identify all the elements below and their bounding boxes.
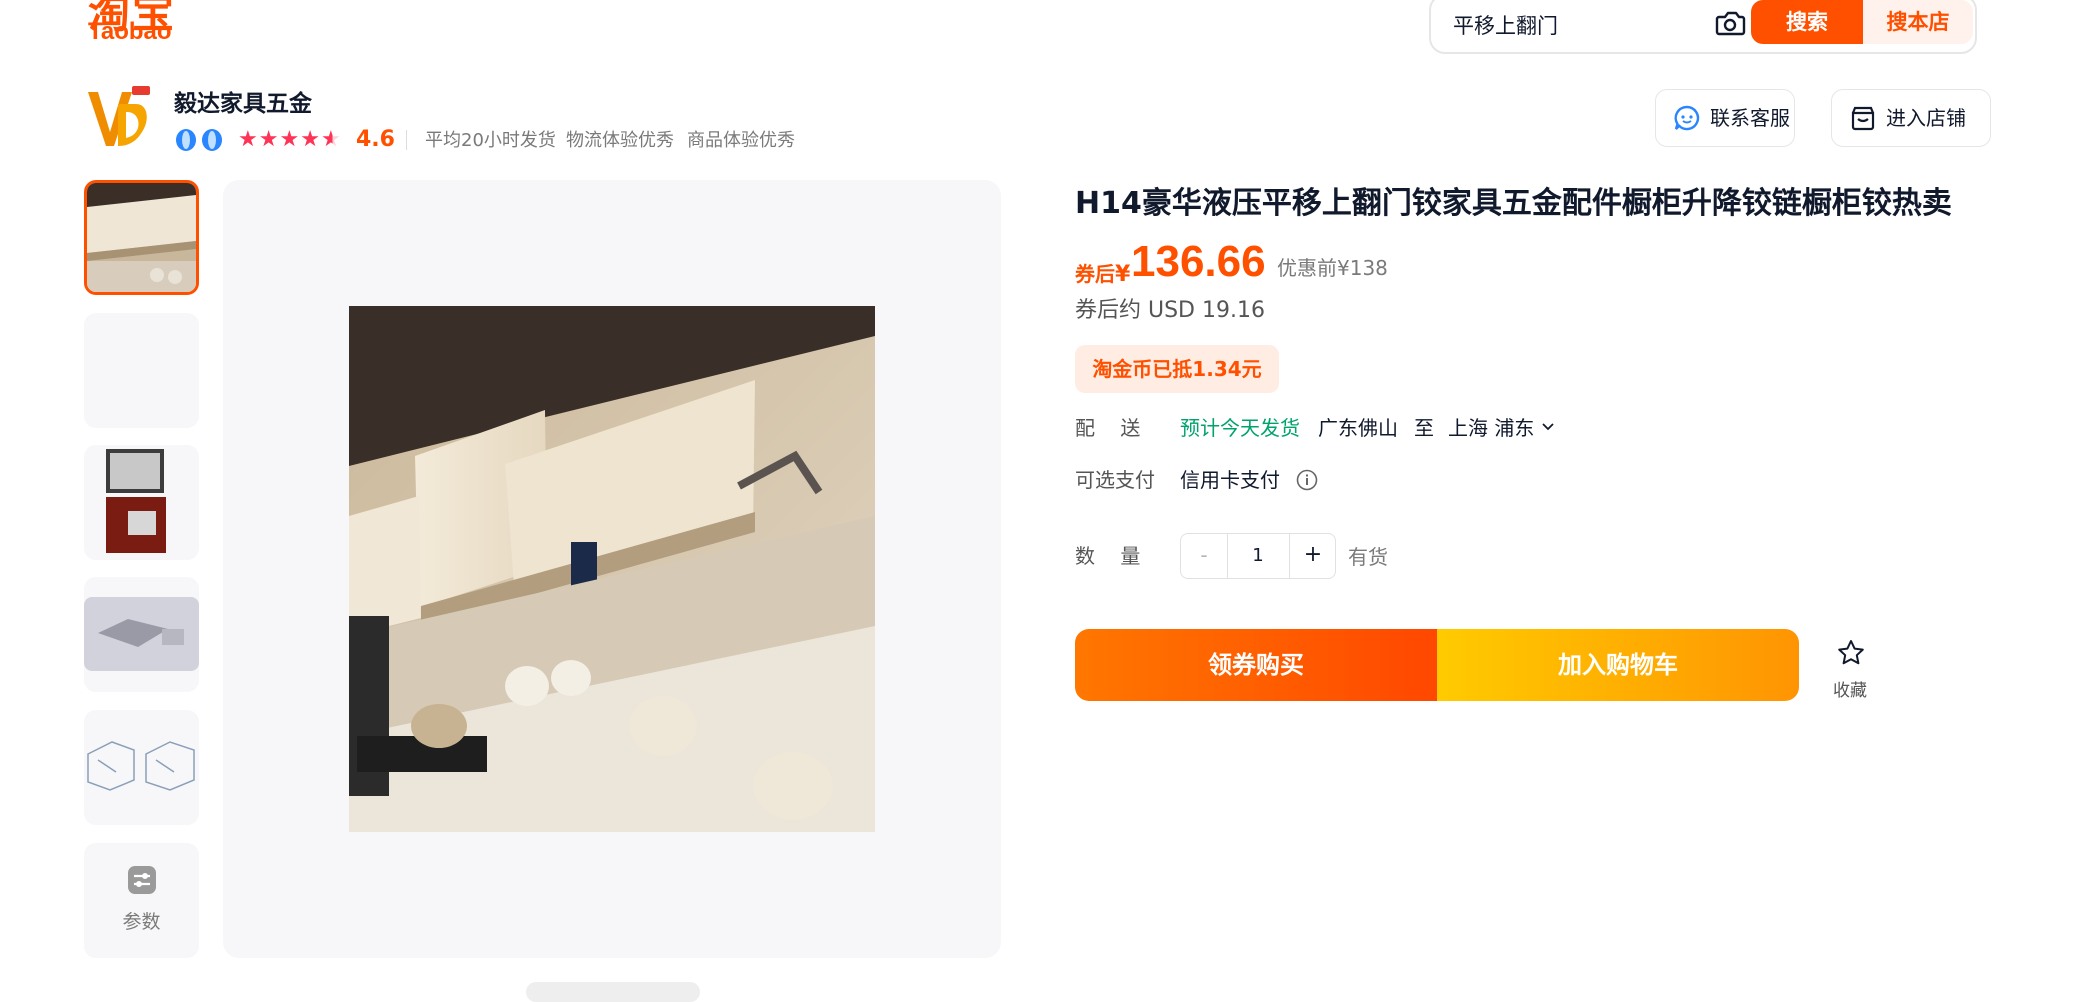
taobao-logo[interactable]: 淘宝 Taobao [84, 0, 184, 54]
params-label: 参数 [122, 911, 161, 933]
service-tag-shipping: 平均20小时发货 [425, 130, 556, 151]
favorite-button[interactable]: 收藏 [1822, 636, 1878, 702]
payment-method: 信用卡支付 [1180, 468, 1280, 492]
search-button[interactable]: 搜索 [1751, 0, 1863, 44]
delivery-eta: 预计今天发货 [1180, 416, 1300, 440]
search-bar: 搜索 搜本店 [1429, 0, 1977, 54]
quantity-increase-button[interactable]: + [1289, 534, 1336, 578]
star-icon: ★ [238, 127, 259, 152]
carousel-indicator [526, 982, 700, 1002]
camera-icon[interactable] [1713, 6, 1747, 40]
star-outline-icon [1838, 640, 1864, 665]
coin-discount-badge: 淘金币已抵1.34元 [1075, 345, 1279, 393]
delivery-destination[interactable]: 上海 浦东 [1448, 413, 1534, 443]
usd-price: 券后约 USD 19.16 [1075, 298, 1265, 323]
shop-name[interactable]: 毅达家具五金 [174, 84, 312, 118]
delivery-origin: 广东佛山 [1318, 416, 1398, 440]
main-product-image[interactable] [223, 180, 1001, 958]
thumbnail-1[interactable] [84, 180, 199, 295]
logo-english-text: Taobao [88, 18, 172, 45]
product-photo [349, 306, 875, 832]
divider [406, 130, 407, 150]
quantity-decrease-button[interactable]: - [1181, 534, 1228, 578]
service-tag-product: 商品体验优秀 [687, 130, 795, 151]
params-thumbnail[interactable]: 参数 [84, 843, 199, 958]
thumbnail-image [84, 577, 199, 692]
coupon-price-label: 券后¥ [1075, 262, 1131, 287]
thumbnail-image [84, 710, 199, 825]
search-input[interactable] [1451, 4, 1715, 46]
crown-level-icon [176, 129, 222, 151]
search-store-button[interactable]: 搜本店 [1863, 0, 1973, 44]
buy-with-coupon-button[interactable]: 领券购买 [1075, 629, 1437, 701]
customer-service-icon [1674, 105, 1700, 131]
info-icon[interactable] [1296, 469, 1318, 491]
quantity-label: 数 量 [1075, 544, 1141, 568]
rating-stars: ★★★★★ [238, 127, 342, 153]
half-star-icon: ★ [320, 127, 342, 152]
thumbnail-3[interactable] [84, 445, 199, 560]
thumbnail-image [87, 183, 196, 292]
enter-store-button[interactable]: 进入店铺 [1831, 89, 1991, 147]
payment-label: 可选支付 [1075, 468, 1155, 492]
delivery-label: 配 送 [1075, 416, 1141, 440]
thumbnail-image [84, 445, 199, 560]
thumbnail-5[interactable] [84, 710, 199, 825]
customer-service-button[interactable]: 联系客服 [1655, 89, 1795, 147]
coupon-price: 136.66 [1131, 237, 1266, 286]
store-icon [1851, 106, 1875, 131]
chevron-down-icon[interactable] [1541, 420, 1555, 434]
customer-service-label: 联系客服 [1710, 106, 1790, 130]
shop-logo[interactable] [84, 84, 152, 156]
params-icon [128, 866, 156, 894]
quantity-stepper: - 1 + [1180, 533, 1336, 579]
service-tag-logistics: 物流体验优秀 [566, 130, 674, 151]
star-icon: ★ [300, 127, 321, 152]
thumbnail-4[interactable] [84, 577, 199, 692]
product-title: H14豪华液压平移上翻门铰家具五金配件橱柜升降铰链橱柜铰热卖 [1075, 186, 1952, 221]
quantity-input[interactable]: 1 [1227, 534, 1289, 578]
favorite-label: 收藏 [1833, 681, 1867, 701]
original-price: 优惠前¥138 [1277, 256, 1388, 280]
add-to-cart-button[interactable]: 加入购物车 [1437, 629, 1799, 701]
stock-status: 有货 [1348, 545, 1388, 569]
thumbnail-2[interactable] [84, 313, 199, 428]
delivery-to-word: 至 [1414, 416, 1434, 440]
shop-rating: 4.6 [356, 127, 395, 152]
star-icon: ★ [279, 127, 301, 152]
star-icon: ★ [258, 127, 280, 152]
enter-store-label: 进入店铺 [1886, 106, 1966, 130]
